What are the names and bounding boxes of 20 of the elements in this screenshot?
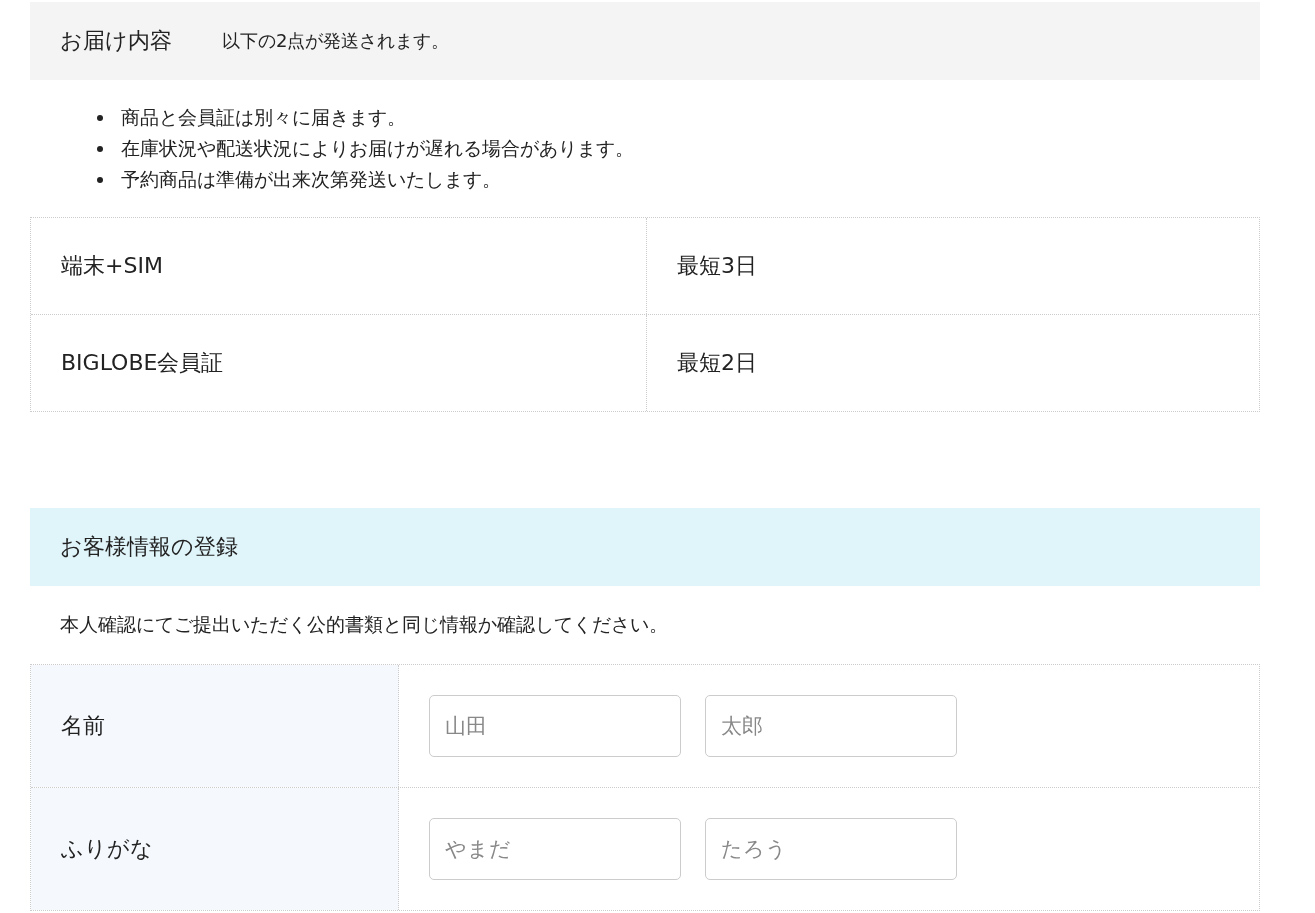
note-text: 商品と会員証は別々に届きます。: [121, 105, 406, 130]
section-title: お届け内容: [60, 27, 172, 55]
bullet-icon: [97, 114, 103, 121]
input-field[interactable]: やまだ: [429, 818, 681, 880]
field-label: 名前: [31, 665, 399, 787]
table-cell: 最短2日: [646, 315, 1259, 411]
bullet-icon: [97, 145, 103, 152]
input-field[interactable]: 太郎: [705, 695, 957, 757]
section-subtitle: 以下の2点が発送されます。: [222, 29, 450, 53]
input-field[interactable]: 山田: [429, 695, 681, 757]
table-cell-text: BIGLOBE会員証: [60, 349, 225, 377]
field-label: ふりがな: [31, 788, 399, 910]
input-field[interactable]: たろう: [705, 818, 957, 880]
section-title: お客様情報の登録: [60, 533, 238, 561]
table-cell: 最短3日: [646, 218, 1259, 314]
description-text: 本人確認にてご提出いただく公的書類と同じ情報か確認してください。: [59, 612, 669, 637]
bullet-icon: [97, 176, 103, 183]
note-text: 予約商品は準備が出来次第発送いたします。: [121, 167, 501, 192]
note-text: 在庫状況や配送状況によりお届けが遅れる場合があります。: [121, 136, 634, 161]
table-cell-text: 端末+SIM: [60, 252, 164, 280]
